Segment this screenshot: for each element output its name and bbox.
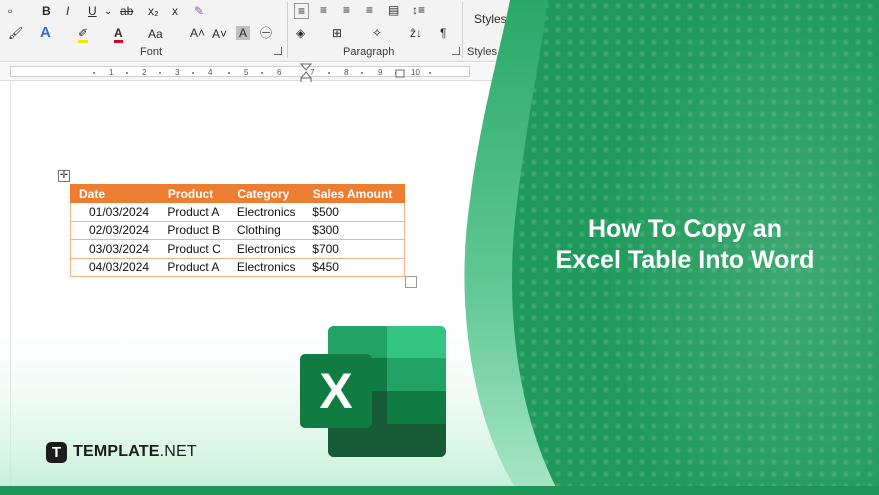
strikethrough-button[interactable]: ab bbox=[120, 4, 133, 18]
excel-logo-icon: X bbox=[300, 326, 446, 457]
table-cell[interactable]: Electronics bbox=[228, 257, 305, 277]
table-cell[interactable]: 02/03/2024 bbox=[70, 220, 160, 240]
table-row: 01/03/2024 Product A Electronics $500 bbox=[70, 202, 406, 222]
ruler-number: 5 bbox=[244, 68, 249, 77]
justify-icon[interactable]: ≡ bbox=[366, 3, 373, 17]
font-dialog-launcher-icon[interactable] bbox=[274, 47, 282, 55]
ruler-number: 2 bbox=[142, 68, 147, 77]
subscript-button[interactable]: x₂ bbox=[148, 4, 159, 18]
title-line: Excel Table Into Word bbox=[555, 246, 815, 274]
column-header-date[interactable]: Date bbox=[70, 184, 160, 203]
page-title: How To Copy an Excel Table Into Word bbox=[520, 214, 850, 276]
align-right-icon[interactable]: ≡ bbox=[343, 3, 350, 17]
column-header-sales-amount[interactable]: Sales Amount bbox=[303, 184, 406, 203]
table-header-row: Date Product Category Sales Amount bbox=[70, 184, 406, 203]
styles-gallery-label[interactable]: Styles bbox=[474, 12, 507, 26]
table-move-handle-icon[interactable]: ✛ bbox=[58, 170, 70, 182]
table-cell[interactable]: Product A bbox=[159, 202, 229, 222]
styles-group-label: Styles bbox=[467, 46, 497, 58]
table-resize-handle[interactable] bbox=[405, 276, 417, 288]
brand-name-suffix: .NET bbox=[159, 443, 197, 460]
ruler-number: 1 bbox=[109, 68, 114, 77]
styles-dialog-launcher-icon[interactable] bbox=[503, 47, 511, 55]
table-cell[interactable]: Electronics bbox=[228, 239, 305, 259]
ruler-tick bbox=[159, 72, 161, 74]
ruler-tick bbox=[228, 72, 230, 74]
clear-format-icon[interactable]: ✎ bbox=[194, 4, 204, 18]
table-cell[interactable]: $300 bbox=[304, 220, 406, 240]
ruler-tick bbox=[429, 72, 431, 74]
ruler-tick bbox=[126, 72, 128, 74]
paragraph-group-label: Paragraph bbox=[343, 46, 395, 58]
banner: ▫ B I U ⌄ ab x₂ x ✎ ≡ ≡ ≡ ≡ ▤ ↕≡ Styles … bbox=[0, 0, 879, 495]
borders-icon[interactable]: ⊞ bbox=[332, 26, 342, 40]
table-cell[interactable]: 03/03/2024 bbox=[70, 239, 160, 259]
character-shading-button[interactable]: A bbox=[236, 26, 251, 40]
ruler-tick bbox=[328, 72, 330, 74]
underline-button[interactable]: U bbox=[88, 4, 97, 18]
column-header-category[interactable]: Category bbox=[228, 184, 305, 203]
bold-button[interactable]: B bbox=[42, 4, 51, 18]
italic-button[interactable]: I bbox=[66, 4, 69, 18]
title-line: How To Copy an bbox=[588, 215, 782, 243]
show-marks-button[interactable]: ¶ bbox=[440, 26, 446, 40]
ruler-number: 10 bbox=[411, 68, 420, 77]
editing-label[interactable]: Editi bbox=[520, 10, 543, 24]
excel-letter: X bbox=[319, 363, 352, 419]
line-spacing-icon[interactable]: ↕≡ bbox=[412, 3, 425, 17]
sort-icon[interactable]: ẑ↓ bbox=[410, 26, 422, 40]
shrink-font-icon[interactable]: A˅ bbox=[212, 27, 227, 41]
table-cell[interactable]: Clothing bbox=[228, 220, 305, 240]
format-painter-icon[interactable]: 🖌 bbox=[8, 26, 23, 40]
shading-icon[interactable]: ◈ bbox=[296, 26, 305, 40]
column-marker-icon[interactable] bbox=[395, 69, 405, 79]
table-cell[interactable]: $450 bbox=[304, 257, 406, 277]
template-logo-icon: T bbox=[46, 441, 67, 463]
ruler-number: 4 bbox=[208, 68, 213, 77]
asian-layout-icon[interactable]: ✧ bbox=[372, 26, 382, 40]
change-case-button[interactable]: Aa bbox=[148, 27, 163, 41]
grow-font-icon[interactable]: A˄ bbox=[190, 26, 205, 40]
table-cell[interactable]: $700 bbox=[304, 239, 406, 259]
table-row: 02/03/2024 Product B Clothing $300 bbox=[70, 220, 406, 240]
table-row: 04/03/2024 Product A Electronics $450 bbox=[70, 257, 406, 277]
ruler-tick bbox=[192, 72, 194, 74]
ruler-number: 9 bbox=[378, 68, 383, 77]
font-color-button[interactable]: A bbox=[114, 26, 123, 43]
ruler-number: 8 bbox=[344, 68, 349, 77]
ruler-tick bbox=[93, 72, 95, 74]
brand-name: TEMPLATE.NET bbox=[73, 443, 197, 461]
brand-name-bold: TEMPLATE bbox=[73, 443, 160, 460]
brand-logo: T TEMPLATE.NET bbox=[46, 441, 197, 463]
ruler-number: 3 bbox=[175, 68, 180, 77]
align-center-icon[interactable]: ≡ bbox=[320, 3, 327, 17]
highlight-icon[interactable]: ✐ bbox=[78, 26, 89, 43]
font-group-label: Font bbox=[140, 46, 163, 58]
table-row: 03/03/2024 Product C Electronics $700 bbox=[70, 239, 406, 259]
ribbon-divider bbox=[462, 2, 463, 58]
columns-icon[interactable]: ▤ bbox=[388, 3, 399, 17]
ribbon: ▫ B I U ⌄ ab x₂ x ✎ ≡ ≡ ≡ ≡ ▤ ↕≡ Styles … bbox=[0, 0, 879, 62]
table-cell[interactable]: 04/03/2024 bbox=[70, 257, 160, 277]
underline-dropdown-icon[interactable]: ⌄ bbox=[104, 5, 112, 19]
text-effects-button[interactable]: A bbox=[40, 25, 51, 40]
column-header-product[interactable]: Product bbox=[158, 184, 230, 203]
data-table[interactable]: Date Product Category Sales Amount 01/03… bbox=[70, 184, 406, 277]
ruler-tick bbox=[361, 72, 363, 74]
horizontal-ruler[interactable]: 1 2 3 4 5 6 7 8 9 10 bbox=[0, 63, 879, 84]
table-cell[interactable]: $500 bbox=[304, 202, 406, 222]
paragraph-dialog-launcher-icon[interactable] bbox=[452, 47, 460, 55]
table-cell[interactable]: Product A bbox=[159, 257, 229, 277]
table-cell[interactable]: 01/03/2024 bbox=[70, 202, 160, 222]
paste-icon[interactable]: ▫ bbox=[8, 4, 12, 18]
enclose-icon[interactable]: ㊀ bbox=[260, 26, 272, 40]
align-left-icon[interactable]: ≡ bbox=[294, 3, 310, 19]
ruler-number: 6 bbox=[277, 68, 282, 77]
ruler-tick bbox=[261, 72, 263, 74]
table-cell[interactable]: Product C bbox=[159, 239, 229, 259]
table-cell[interactable]: Electronics bbox=[228, 202, 305, 222]
ribbon-divider bbox=[287, 2, 288, 58]
superscript-button[interactable]: x bbox=[172, 4, 178, 18]
table-cell[interactable]: Product B bbox=[159, 220, 229, 240]
